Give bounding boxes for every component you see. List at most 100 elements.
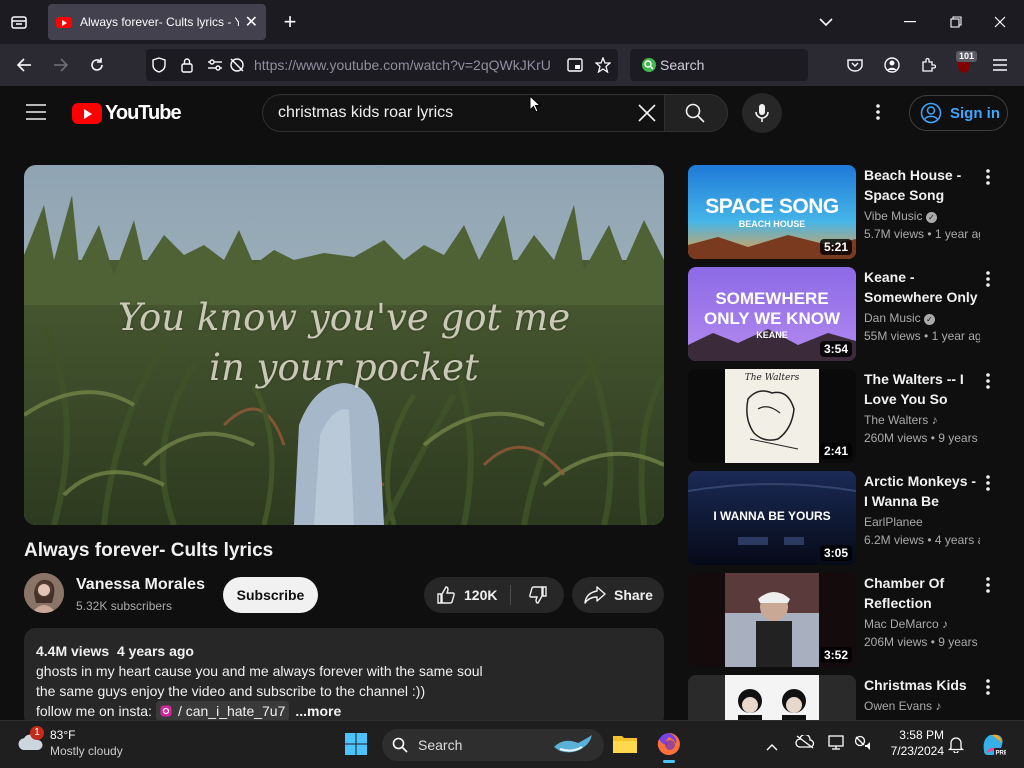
recommendation-thumbnail[interactable]: The Walters 2:41 — [688, 369, 856, 463]
forward-icon[interactable] — [51, 56, 71, 74]
network-volume-icon[interactable] — [854, 735, 872, 751]
close-window-icon[interactable] — [990, 12, 1010, 32]
recommendation-channel[interactable]: Owen Evans ♪ — [864, 699, 941, 713]
video-player[interactable]: You know you've got me in your pocket — [24, 165, 664, 525]
bookmark-star-icon[interactable] — [594, 56, 612, 74]
settings-kebab-icon[interactable] — [876, 104, 886, 122]
thumbnail-title-line: SOMEWHERE — [715, 289, 829, 308]
recommendation-meta: 55M views • 1 year ago — [864, 329, 980, 343]
recommendation-item[interactable]: The Walters 2:41 The Walters -- I Love Y… — [688, 369, 1008, 463]
share-arrow-icon — [584, 586, 606, 604]
list-all-tabs-icon[interactable] — [816, 12, 836, 32]
close-tab-icon[interactable]: ✕ — [245, 12, 258, 32]
reload-icon[interactable] — [87, 56, 107, 74]
music-note-icon: ♪ — [931, 413, 938, 427]
subscribe-button[interactable]: Subscribe — [223, 577, 318, 613]
recommendation-item[interactable]: SOMEWHERE ONLY WE KNOW KEANE 3:54 Keane … — [688, 267, 1008, 361]
show-hidden-icons-icon[interactable] — [766, 738, 780, 751]
recommendation-thumbnail[interactable] — [688, 675, 856, 720]
lyric-overlay: You know you've got me in your pocket — [24, 293, 664, 393]
instagram-link[interactable]: / can_i_hate_7u7 — [155, 701, 290, 721]
share-button[interactable]: Share — [572, 577, 664, 613]
clock-time: 3:58 PM — [899, 728, 944, 742]
windows-logo-icon — [345, 733, 367, 755]
recommendation-title[interactable]: The Walters -- I Love You So — [864, 369, 980, 409]
recommendation-title[interactable]: Beach House - Space Song (Official Video… — [864, 165, 980, 205]
new-tab-icon[interactable]: + — [280, 11, 300, 33]
account-icon[interactable] — [883, 56, 901, 74]
voice-search-button[interactable] — [742, 93, 782, 133]
start-button[interactable] — [344, 732, 368, 756]
picture-in-picture-icon[interactable] — [566, 56, 584, 74]
youtube-logo[interactable]: YouTube — [72, 102, 182, 125]
channel-avatar[interactable] — [24, 573, 64, 613]
tab-list-icon[interactable] — [10, 14, 28, 30]
weather-desc: Mostly cloudy — [50, 744, 123, 758]
like-dislike-bar: 120K — [424, 577, 564, 613]
dislike-button[interactable] — [512, 577, 564, 613]
clock[interactable]: 3:58 PM 7/23/2024 — [880, 727, 944, 761]
subscriber-count: 5.32K subscribers — [76, 599, 173, 613]
show-more-link[interactable]: ...more — [295, 701, 341, 721]
description-box[interactable]: 4.4M views 4 years ago ghosts in my hear… — [24, 628, 664, 728]
action-menu-icon[interactable] — [986, 271, 990, 287]
recommendation-channel[interactable]: EarlPlanee — [864, 515, 923, 529]
file-explorer-taskbar-icon[interactable] — [612, 732, 638, 756]
pocket-icon[interactable] — [846, 56, 864, 74]
recommendation-item[interactable]: Christmas Kids Owen Evans ♪ — [688, 675, 1008, 720]
minimize-icon[interactable] — [900, 12, 920, 32]
autoplay-blocked-icon[interactable] — [228, 56, 246, 74]
recommendation-title[interactable]: Arctic Monkeys - I Wanna Be Yours — [864, 471, 980, 511]
recommendation-channel[interactable]: The Walters ♪ — [864, 413, 938, 427]
copilot-icon[interactable]: PRE — [980, 731, 1008, 757]
guide-menu-icon[interactable] — [26, 104, 46, 122]
restore-icon[interactable] — [946, 12, 966, 32]
clear-search-icon[interactable] — [637, 103, 657, 123]
firefox-icon — [657, 733, 680, 755]
recommendation-item[interactable]: SPACE SONG BEACH HOUSE 5:21 Beach House … — [688, 165, 1008, 259]
onedrive-offline-icon[interactable] — [795, 733, 815, 751]
recommendation-channel[interactable]: Vibe Music ✓ — [864, 209, 937, 223]
verified-check-icon: ✓ — [925, 212, 937, 223]
action-menu-icon[interactable] — [986, 577, 990, 593]
insta-prompt: follow me on insta: — [36, 703, 152, 719]
recommendation-channel[interactable]: Mac DeMarco ♪ — [864, 617, 948, 631]
recommendation-thumbnail[interactable]: SOMEWHERE ONLY WE KNOW KEANE 3:54 — [688, 267, 856, 361]
recommendation-thumbnail[interactable]: SPACE SONG BEACH HOUSE 5:21 — [688, 165, 856, 259]
action-menu-icon[interactable] — [986, 373, 990, 389]
taskbar-search-box[interactable]: Search — [382, 729, 604, 761]
thumbnail-subtitle-line: KEANE — [756, 330, 788, 340]
video-duration: 3:05 — [819, 545, 852, 561]
notifications-bell-icon[interactable] — [947, 735, 965, 754]
like-count: 120K — [464, 587, 498, 603]
back-icon[interactable] — [14, 56, 34, 74]
svg-text:PRE: PRE — [996, 751, 1007, 757]
menu-hamburger-icon[interactable] — [991, 56, 1009, 74]
recommendation-title[interactable]: Keane - Somewhere Only We Know — [864, 267, 980, 307]
search-engine-icon[interactable] — [640, 56, 658, 74]
lock-icon[interactable] — [178, 56, 196, 74]
like-button[interactable]: 120K — [424, 577, 510, 613]
tracking-shield-icon[interactable] — [150, 56, 168, 74]
firefox-taskbar-icon[interactable] — [656, 731, 682, 763]
upload-age: 4 years ago — [116, 643, 194, 659]
weather-widget[interactable]: 1 83°F Mostly cloudy — [16, 726, 136, 762]
channel-name[interactable]: Vanessa Morales — [76, 576, 205, 594]
recommendation-item[interactable]: I WANNA BE YOURS 3:05 Arctic Monkeys - I… — [688, 471, 1008, 565]
action-menu-icon[interactable] — [986, 679, 990, 695]
action-menu-icon[interactable] — [986, 475, 990, 491]
recommendation-thumbnail[interactable]: I WANNA BE YOURS 3:05 — [688, 471, 856, 565]
permissions-icon[interactable] — [206, 56, 224, 74]
thumbs-up-icon — [437, 586, 455, 604]
extensions-icon[interactable] — [919, 56, 937, 74]
recommendation-meta: 6.2M views • 4 years ago — [864, 533, 980, 547]
sign-in-button[interactable]: Sign in — [909, 95, 1008, 131]
active-tab[interactable]: Always forever- Cults lyrics - YouTube ✕ — [48, 4, 266, 40]
instagram-icon — [160, 705, 172, 717]
display-icon[interactable] — [828, 735, 846, 751]
recommendation-title[interactable]: Chamber Of Reflection — [864, 573, 980, 613]
action-menu-icon[interactable] — [986, 169, 990, 185]
recommendation-channel[interactable]: Dan Music ✓ — [864, 311, 936, 325]
recommendation-item[interactable]: 3:52 Chamber Of Reflection Mac DeMarco ♪… — [688, 573, 1008, 667]
recommendation-thumbnail[interactable]: 3:52 — [688, 573, 856, 667]
